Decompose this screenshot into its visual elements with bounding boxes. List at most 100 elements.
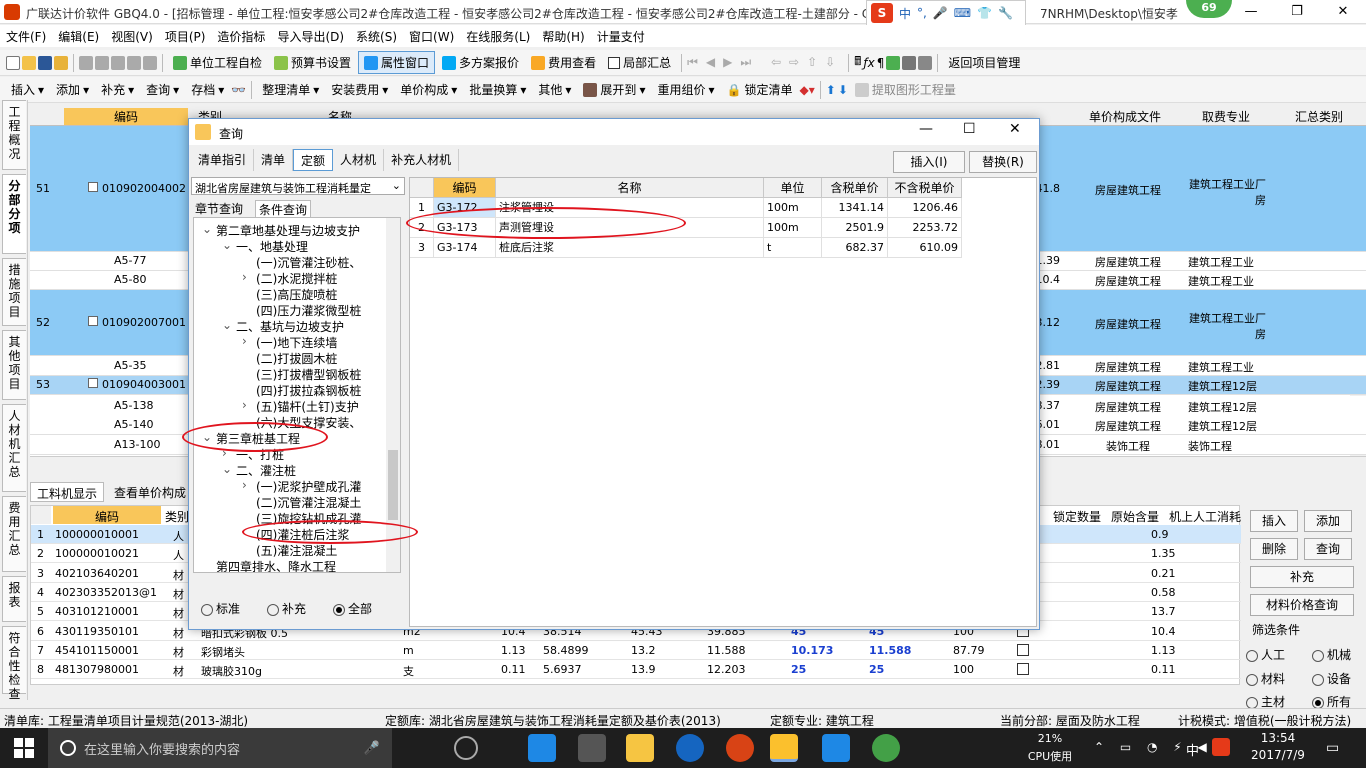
dialog-replace-button[interactable]: 替换(R): [969, 151, 1037, 173]
quota-col-unit[interactable]: 单位: [764, 178, 822, 198]
settings-icon[interactable]: 🔧: [998, 6, 1013, 20]
tree-node[interactable]: (四)压力灌浆微型桩: [256, 302, 361, 319]
tab-compliance[interactable]: 符合性检查: [2, 626, 26, 701]
nav-arrows-icon[interactable]: ⏮◀▶⏭ ⇦⇨⇧⇩: [687, 55, 843, 70]
menu-help[interactable]: 帮助(H): [536, 28, 590, 45]
detail-col-code[interactable]: 编码: [53, 506, 161, 524]
ime-lang[interactable]: 中: [899, 5, 911, 22]
gbq-app-icon[interactable]: [770, 734, 798, 762]
lock-qty-checkbox[interactable]: [1017, 663, 1029, 676]
menu-window[interactable]: 窗口(W): [403, 28, 460, 45]
dialog-close-button[interactable]: ✕: [1009, 121, 1021, 137]
insert-button[interactable]: 插入: [1250, 510, 1298, 532]
menu-import-export[interactable]: 导入导出(D): [271, 28, 350, 45]
fee-view-button[interactable]: 费用查看: [526, 52, 601, 73]
col-fee-major[interactable]: 取费专业: [1182, 108, 1270, 125]
copy-icon[interactable]: [95, 55, 109, 70]
tree-node[interactable]: ⌄ 第二章地基处理与边坡支护: [202, 222, 360, 239]
folder-icon[interactable]: [54, 55, 68, 70]
ime-punct[interactable]: °,: [917, 6, 927, 20]
tree-node[interactable]: (五)灌注混凝土: [256, 542, 337, 559]
plus-app-icon[interactable]: [822, 734, 850, 762]
tree-node[interactable]: › (二)水泥搅拌桩: [242, 270, 337, 287]
dialog-maximize-button[interactable]: ☐: [963, 121, 976, 137]
filter-material[interactable]: 材料: [1246, 670, 1285, 687]
tree-node[interactable]: (三)打拔槽型钢板桩: [256, 366, 361, 383]
tree-node[interactable]: ⌄ 二、基坑与边坡支护: [222, 318, 344, 335]
tree-node[interactable]: ⌄ 二、灌注桩: [222, 462, 296, 479]
price-query-button[interactable]: 材料价格查询: [1250, 594, 1354, 616]
new-file-icon[interactable]: [6, 55, 20, 70]
file-explorer-icon[interactable]: [626, 734, 654, 762]
collapse-icon[interactable]: [88, 316, 98, 326]
ime-toolbar[interactable]: S 中 °, 🎤 ⌨ 👕 🔧: [866, 0, 1026, 26]
tree-scroll-thumb[interactable]: [388, 450, 398, 520]
paste-icon[interactable]: [111, 55, 125, 70]
collapse-icon[interactable]: [88, 182, 98, 192]
skin-icon[interactable]: 👕: [977, 6, 992, 20]
radio-icon[interactable]: [1312, 649, 1324, 662]
lock-qty-checkbox[interactable]: [1017, 643, 1029, 656]
glodon-icon[interactable]: [676, 734, 704, 762]
lock-list-button[interactable]: 🔒 锁定清单: [722, 79, 798, 100]
expand-to-menu[interactable]: 展开到 ▾: [578, 79, 650, 100]
tab-list-guide[interactable]: 清单指引: [191, 149, 255, 171]
taskbar-search[interactable]: 在这里输入你要搜索的内容 🎤: [48, 728, 392, 768]
menu-file[interactable]: 文件(F): [0, 28, 52, 45]
save-icon[interactable]: [38, 55, 52, 70]
close-button[interactable]: ✕: [1320, 0, 1366, 24]
detail-col-machine-labor[interactable]: 机上人工消耗: [1169, 508, 1241, 525]
tree-node[interactable]: › (五)锚杆(土钉)支护: [242, 398, 359, 415]
menu-edit[interactable]: 编辑(E): [52, 28, 105, 45]
radio-selected-icon[interactable]: [1312, 696, 1324, 709]
add-button[interactable]: 添加: [1304, 510, 1352, 532]
quota-col-code[interactable]: 编码: [434, 178, 496, 198]
binoculars-icon[interactable]: 👓: [231, 83, 246, 97]
keyboard-icon[interactable]: ⌨: [954, 6, 971, 20]
tree-node[interactable]: › (一)地下连续墙: [242, 334, 337, 351]
green-app-icon[interactable]: [872, 734, 900, 762]
add-menu[interactable]: 添加 ▾: [51, 79, 94, 100]
print-icon[interactable]: [902, 55, 917, 70]
col-summary-type[interactable]: 汇总类别: [1274, 108, 1364, 125]
supplement-button[interactable]: 补充: [1250, 566, 1354, 588]
tab-labor-material[interactable]: 人材机汇总: [2, 404, 26, 492]
tab-others[interactable]: 其他项目: [2, 330, 26, 400]
dialog-minimize-button[interactable]: —: [919, 121, 933, 137]
filter-labor[interactable]: 人工: [1246, 646, 1285, 663]
filter-supplement[interactable]: 补充: [267, 600, 306, 617]
maximize-button[interactable]: ❐: [1274, 0, 1320, 24]
tree-node[interactable]: (二)打拔圆木桩: [256, 350, 337, 367]
page-icon[interactable]: [918, 55, 933, 70]
insert-menu[interactable]: 插入 ▾: [6, 79, 49, 100]
tree-collapse-icon[interactable]: ⌄: [222, 318, 232, 332]
query-button[interactable]: 查询: [1304, 538, 1352, 560]
stack-icon[interactable]: [886, 55, 901, 70]
tree-expand-icon[interactable]: ›: [242, 398, 247, 412]
property-window-button[interactable]: 属性窗口: [358, 51, 436, 74]
tree-node[interactable]: ⌄ 一、地基处理: [222, 238, 308, 255]
tree-node[interactable]: 第四章排水、降水工程: [216, 558, 336, 572]
partial-summary-checkbox[interactable]: [608, 56, 621, 69]
partial-summary-toggle[interactable]: 局部汇总: [603, 52, 676, 73]
arrow-up-icon[interactable]: ⬆: [826, 83, 836, 97]
tab-report[interactable]: 报表: [2, 576, 26, 622]
tree-node[interactable]: (一)沉管灌注砂桩、: [256, 254, 361, 271]
self-check-button[interactable]: 单位工程自检: [168, 52, 267, 73]
tree-node[interactable]: › (一)泥浆护壁成孔灌: [242, 478, 361, 495]
detail-table-row[interactable]: 7 454101150001 材 彩钢堵头 m 1.13 58.4899 13.2 11.588…: [31, 641, 1241, 660]
radio-icon[interactable]: [267, 603, 279, 616]
radio-icon[interactable]: [1246, 696, 1258, 709]
filter-equipment[interactable]: 设备: [1312, 670, 1351, 687]
batch-convert-menu[interactable]: 批量换算 ▾: [464, 79, 531, 100]
redo-icon[interactable]: [143, 55, 157, 70]
tab-price-composition[interactable]: 查看单价构成: [108, 482, 192, 502]
extract-quantity-button[interactable]: 提取图形工程量: [850, 79, 961, 100]
arrow-down-icon[interactable]: ⬇: [838, 83, 848, 97]
menu-cost-index[interactable]: 造价指标: [211, 28, 271, 45]
tab-fee-summary[interactable]: 费用汇总: [2, 496, 26, 572]
cut-icon[interactable]: [79, 55, 93, 70]
tab-sections[interactable]: 分部分项: [2, 174, 26, 254]
col-pricing-file[interactable]: 单价构成文件: [1070, 108, 1180, 125]
fill-color-icon[interactable]: ◆▾: [799, 83, 814, 97]
